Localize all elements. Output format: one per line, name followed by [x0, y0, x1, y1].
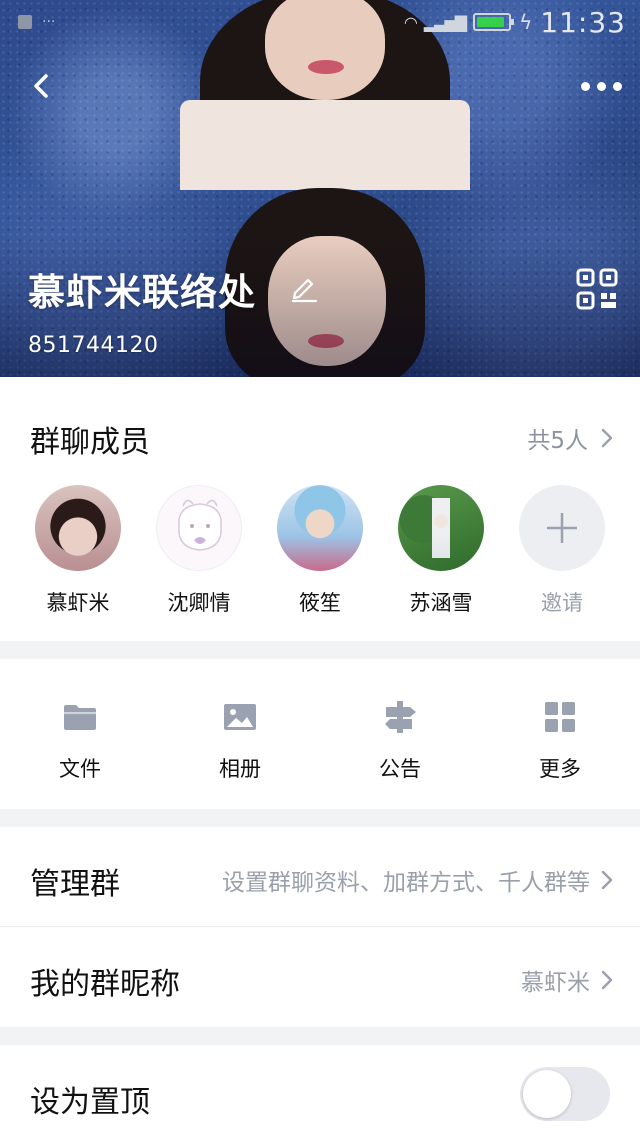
qr-code-icon [576, 268, 618, 310]
back-button[interactable] [28, 66, 58, 106]
member-item[interactable]: 慕虾米 [23, 485, 133, 617]
member-item[interactable]: 筱笙 [265, 485, 375, 617]
avatar [156, 485, 242, 571]
pencil-icon [291, 278, 318, 303]
announcement-button[interactable]: 公告 [345, 699, 455, 783]
folder-icon [64, 705, 96, 730]
avatar [277, 485, 363, 571]
member-name: 筱笙 [299, 591, 341, 615]
member-item[interactable]: 苏涵雪 [386, 485, 496, 617]
plus-icon [547, 513, 577, 543]
manage-group-value: 设置群聊资料、加群方式、千人群等 [222, 870, 590, 896]
announcement-label: 公告 [379, 757, 421, 781]
more-options-button[interactable] [578, 74, 624, 98]
toggle-knob [523, 1070, 571, 1118]
chevron-right-icon [601, 870, 613, 890]
my-nickname-value: 慕虾米 [521, 970, 590, 996]
invite-label: 邀请 [541, 591, 583, 615]
pin-top-row: 设为置顶 [0, 1045, 640, 1138]
manage-group-row[interactable]: 管理群 设置群聊资料、加群方式、千人群等 [0, 827, 640, 927]
image-icon [224, 704, 256, 730]
grid-icon [545, 702, 575, 732]
avatar [398, 485, 484, 571]
avatar [35, 485, 121, 571]
battery-icon [473, 13, 515, 31]
more-notifications-icon: ··· [42, 14, 56, 30]
qr-code-button[interactable] [576, 268, 618, 310]
charging-icon: ϟ [519, 10, 533, 34]
group-name: 慕虾米联络处 [28, 271, 256, 314]
group-header-banner: ··· ◠ ▂▃▅▇ ϟ 11:33 慕虾米联络处 851744120 [0, 0, 640, 377]
more-dot-icon [580, 81, 590, 91]
album-button[interactable]: 相册 [185, 699, 295, 783]
wifi-icon: ◠ [403, 12, 418, 32]
chevron-right-icon [601, 428, 613, 448]
more-tools-label: 更多 [539, 757, 581, 781]
member-name: 苏涵雪 [409, 591, 473, 615]
my-nickname-row[interactable]: 我的群昵称 慕虾米 [0, 927, 640, 1027]
status-bar: ··· ◠ ▂▃▅▇ ϟ 11:33 [0, 0, 640, 44]
album-label: 相册 [219, 757, 261, 781]
members-count: 共5人 [527, 428, 588, 454]
members-title: 群聊成员 [30, 425, 150, 460]
more-dot-icon [596, 81, 606, 91]
invite-member-button[interactable]: 邀请 [507, 485, 617, 617]
status-time: 11:33 [540, 5, 626, 39]
members-count-link[interactable]: 共5人 [527, 421, 614, 455]
member-name: 慕虾米 [46, 591, 110, 615]
chevron-right-icon [601, 970, 613, 990]
manage-group-label: 管理群 [30, 867, 120, 902]
files-button[interactable]: 文件 [25, 699, 135, 783]
group-id: 851744120 [28, 333, 159, 358]
pin-top-label: 设为置顶 [30, 1085, 150, 1120]
members-section: 群聊成员 共5人 慕虾米 沈卿情 筱笙 苏涵雪 邀请 [0, 377, 640, 641]
more-tools-button[interactable]: 更多 [505, 699, 615, 783]
tools-section: 文件 相册 公告 更多 [0, 659, 640, 809]
my-nickname-label: 我的群昵称 [30, 967, 180, 1002]
pin-top-toggle[interactable] [520, 1067, 610, 1121]
signal-icon: ▂▃▅▇ [423, 12, 467, 32]
edit-name-button[interactable] [288, 272, 320, 304]
chevron-left-icon [34, 74, 48, 98]
member-name: 沈卿情 [167, 591, 231, 615]
files-label: 文件 [59, 757, 101, 781]
more-dot-icon [612, 81, 622, 91]
signpost-icon [385, 701, 416, 733]
member-item[interactable]: 沈卿情 [144, 485, 254, 617]
avatar [519, 485, 605, 571]
notification-icon [18, 15, 32, 29]
